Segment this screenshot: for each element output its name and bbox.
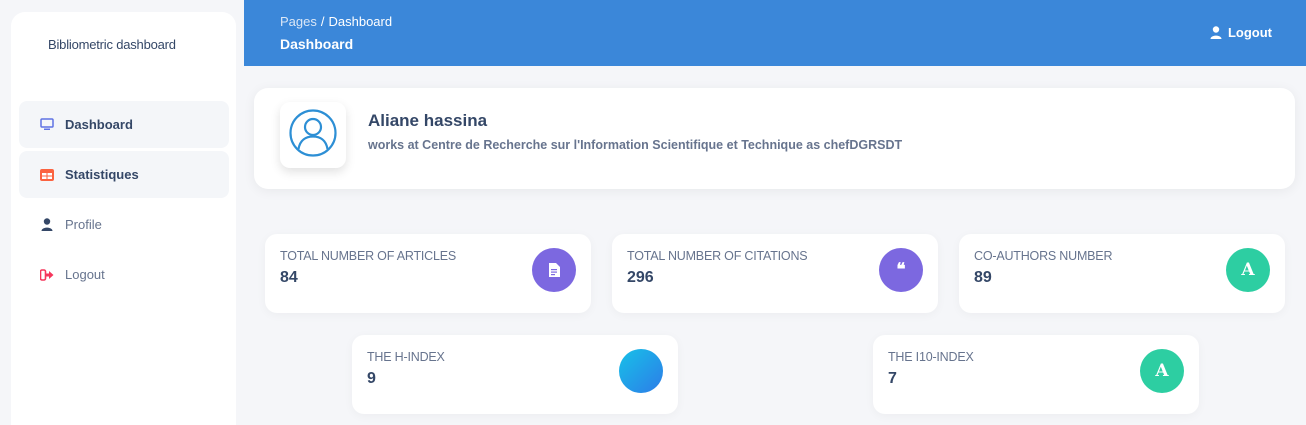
breadcrumb: Pages / Dashboard (280, 14, 392, 29)
sidebar-item-statistiques[interactable]: Statistiques (19, 151, 229, 198)
stat-card-i10-index: THE I10-INDEX 7 A (873, 335, 1199, 414)
page-title: Dashboard (280, 36, 354, 52)
letter-a-icon: A (1140, 349, 1184, 393)
user-icon (40, 218, 54, 232)
stat-value: 84 (280, 269, 298, 286)
breadcrumb-current: Dashboard (328, 14, 393, 29)
sidebar-item-label: Logout (65, 267, 105, 282)
stat-value: 9 (367, 370, 376, 387)
stat-label: TOTAL NUMBER OF CITATIONS (627, 249, 808, 263)
avatar (280, 102, 346, 168)
sign-out-icon (40, 268, 54, 282)
stat-value: 89 (974, 269, 992, 286)
stat-value: 7 (888, 370, 897, 387)
profile-card: Aliane hassina works at Centre de Recher… (254, 88, 1295, 189)
gradient-circle-icon (619, 349, 663, 393)
profile-name: Aliane hassina (368, 111, 488, 130)
logout-label: Logout (1227, 25, 1272, 40)
stat-label: THE I10-INDEX (888, 350, 974, 364)
user-icon (1209, 26, 1223, 40)
stat-card-coauthors: CO-AUTHORS NUMBER 89 A (959, 234, 1285, 313)
stat-card-articles: TOTAL NUMBER OF ARTICLES 84 (265, 234, 591, 313)
breadcrumb-separator: / (320, 14, 325, 29)
stat-label: THE H-INDEX (367, 350, 445, 364)
letter-a-icon: A (1226, 248, 1270, 292)
brand-title: Bibliometric dashboard (48, 37, 176, 52)
quote-icon: ❝ (879, 248, 923, 292)
sidebar-item-label: Statistiques (65, 167, 139, 182)
sidebar-item-logout[interactable]: Logout (19, 251, 229, 298)
breadcrumb-root[interactable]: Pages (280, 14, 317, 29)
table-icon (40, 168, 54, 182)
stat-label: CO-AUTHORS NUMBER (974, 249, 1113, 263)
stat-value: 296 (627, 269, 654, 286)
profile-description: works at Centre de Recherche sur l'Infor… (368, 138, 903, 152)
top-header: Pages / Dashboard Dashboard Logout (244, 0, 1306, 66)
monitor-icon (40, 118, 54, 132)
header-logout-button[interactable]: Logout (1209, 25, 1272, 40)
sidebar-item-profile[interactable]: Profile (19, 201, 229, 248)
stat-card-h-index: THE H-INDEX 9 (352, 335, 678, 414)
sidebar: Bibliometric dashboard Dashboard Statist… (11, 12, 236, 425)
sidebar-item-label: Dashboard (65, 117, 133, 132)
stat-label: TOTAL NUMBER OF ARTICLES (280, 249, 457, 263)
document-icon (532, 248, 576, 292)
user-circle-icon (288, 108, 338, 163)
sidebar-item-label: Profile (65, 217, 102, 232)
stat-card-citations: TOTAL NUMBER OF CITATIONS 296 ❝ (612, 234, 938, 313)
sidebar-item-dashboard[interactable]: Dashboard (19, 101, 229, 148)
